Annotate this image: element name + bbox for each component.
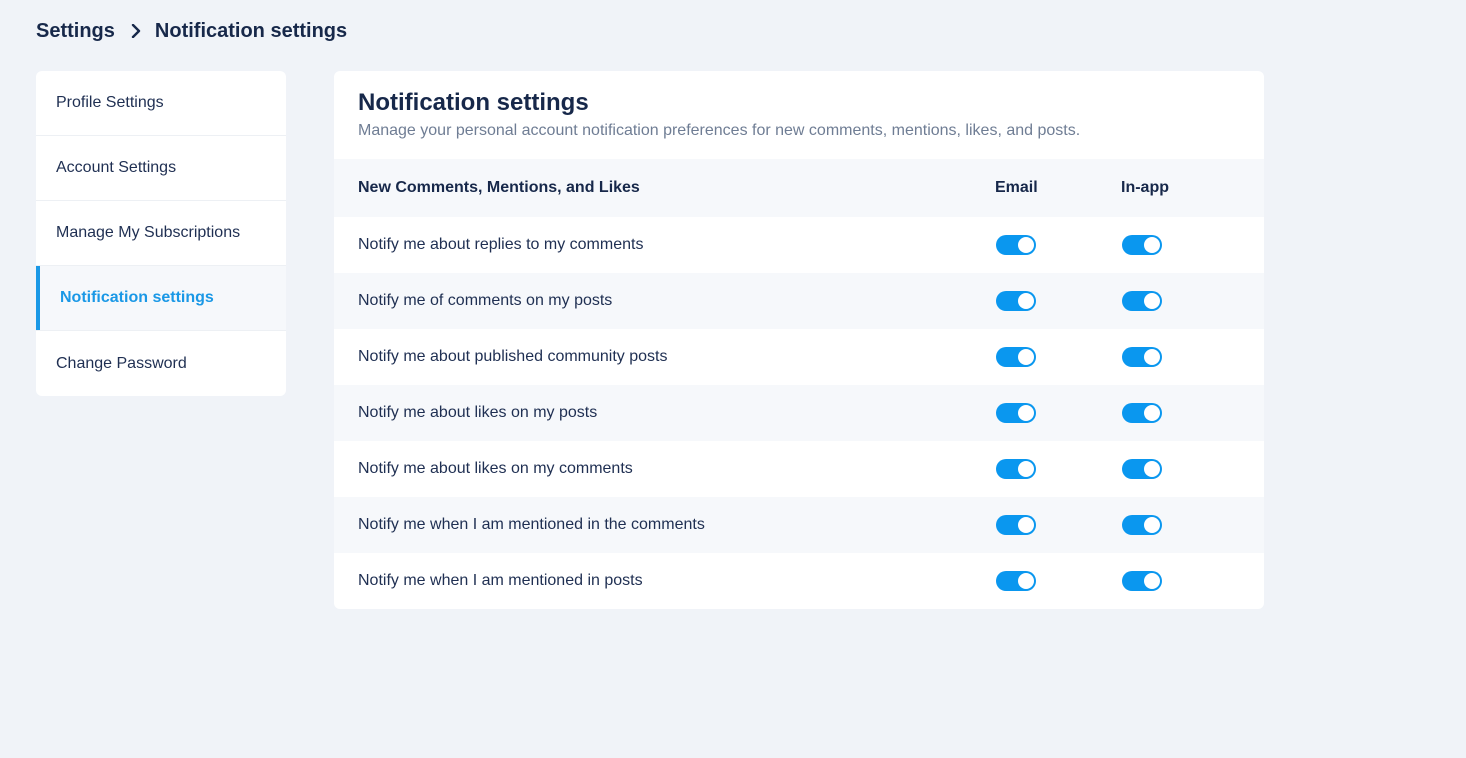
email-toggle[interactable] bbox=[996, 459, 1036, 479]
chevron-right-icon bbox=[125, 20, 147, 42]
email-toggle[interactable] bbox=[996, 291, 1036, 311]
email-toggle[interactable] bbox=[996, 403, 1036, 423]
email-toggle[interactable] bbox=[996, 571, 1036, 591]
inapp-toggle[interactable] bbox=[1122, 571, 1162, 591]
breadcrumb-settings-link[interactable]: Settings bbox=[36, 20, 115, 43]
table-row: Notify me of comments on my posts bbox=[334, 273, 1264, 329]
sidebar-item-profile-settings[interactable]: Profile Settings bbox=[36, 71, 286, 136]
toggle-knob bbox=[1144, 349, 1160, 365]
page-subtitle: Manage your personal account notificatio… bbox=[358, 122, 1081, 139]
settings-sidebar: Profile Settings Account Settings Manage… bbox=[36, 71, 286, 396]
inapp-toggle[interactable] bbox=[1122, 347, 1162, 367]
toggle-knob bbox=[1144, 517, 1160, 533]
toggle-knob bbox=[1018, 293, 1034, 309]
row-label: Notify me about replies to my comments bbox=[358, 236, 644, 253]
email-toggle[interactable] bbox=[996, 235, 1036, 255]
section-header: New Comments, Mentions, and Likes bbox=[358, 179, 640, 196]
sidebar-item-notification-settings[interactable]: Notification settings bbox=[36, 266, 286, 331]
toggle-knob bbox=[1018, 405, 1034, 421]
toggle-knob bbox=[1144, 461, 1160, 477]
breadcrumb: Settings Notification settings bbox=[36, 18, 347, 44]
row-label: Notify me about published community post… bbox=[358, 348, 668, 365]
row-label: Notify me about likes on my posts bbox=[358, 404, 598, 421]
row-label: Notify me of comments on my posts bbox=[358, 292, 613, 309]
panel-header: Notification settings Manage your person… bbox=[334, 71, 1264, 159]
toggle-knob bbox=[1018, 237, 1034, 253]
inapp-toggle[interactable] bbox=[1122, 515, 1162, 535]
toggle-knob bbox=[1144, 573, 1160, 589]
column-header-inapp: In-app bbox=[1121, 179, 1169, 196]
table-row: Notify me about published community post… bbox=[334, 329, 1264, 385]
sidebar-item-account-settings[interactable]: Account Settings bbox=[36, 136, 286, 201]
row-label: Notify me about likes on my comments bbox=[358, 460, 633, 477]
table-header-row: New Comments, Mentions, and Likes Email … bbox=[334, 159, 1264, 217]
sidebar-item-change-password[interactable]: Change Password bbox=[36, 331, 286, 396]
table-row: Notify me when I am mentioned in the com… bbox=[334, 497, 1264, 553]
inapp-toggle[interactable] bbox=[1122, 291, 1162, 311]
toggle-knob bbox=[1018, 517, 1034, 533]
toggle-knob bbox=[1144, 237, 1160, 253]
column-header-email: Email bbox=[995, 179, 1038, 196]
table-row: Notify me about likes on my posts bbox=[334, 385, 1264, 441]
sidebar-item-manage-subscriptions[interactable]: Manage My Subscriptions bbox=[36, 201, 286, 266]
inapp-toggle[interactable] bbox=[1122, 235, 1162, 255]
table-row: Notify me when I am mentioned in posts bbox=[334, 553, 1264, 609]
table-row: Notify me about replies to my comments bbox=[334, 217, 1264, 273]
table-row: Notify me about likes on my comments bbox=[334, 441, 1264, 497]
page-title: Notification settings bbox=[358, 89, 589, 116]
toggle-knob bbox=[1018, 573, 1034, 589]
inapp-toggle[interactable] bbox=[1122, 403, 1162, 423]
toggle-knob bbox=[1018, 461, 1034, 477]
email-toggle[interactable] bbox=[996, 347, 1036, 367]
email-toggle[interactable] bbox=[996, 515, 1036, 535]
row-label: Notify me when I am mentioned in the com… bbox=[358, 516, 705, 533]
notification-settings-panel: Notification settings Manage your person… bbox=[334, 71, 1264, 609]
breadcrumb-current: Notification settings bbox=[154, 19, 348, 42]
row-label: Notify me when I am mentioned in posts bbox=[358, 572, 643, 589]
inapp-toggle[interactable] bbox=[1122, 459, 1162, 479]
toggle-knob bbox=[1144, 405, 1160, 421]
toggle-knob bbox=[1018, 349, 1034, 365]
toggle-knob bbox=[1144, 293, 1160, 309]
